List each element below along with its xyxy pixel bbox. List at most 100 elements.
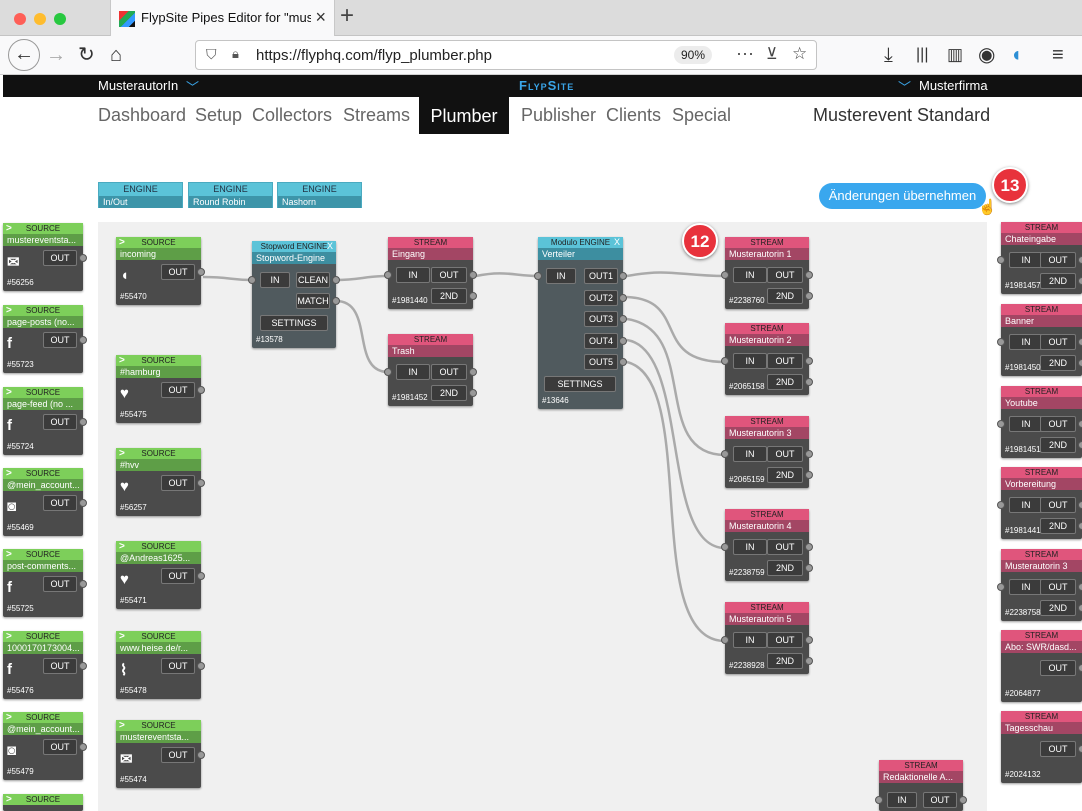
out-port[interactable] bbox=[79, 254, 87, 262]
close-icon[interactable]: X bbox=[614, 237, 620, 247]
in-port[interactable] bbox=[248, 276, 256, 284]
second-output-button[interactable]: 2ND bbox=[767, 467, 803, 483]
out-port[interactable] bbox=[197, 572, 205, 580]
stream-node[interactable]: STREAM Eingang IN OUT 2ND #1981440 bbox=[384, 237, 477, 309]
out-port[interactable] bbox=[79, 743, 87, 751]
stream-node[interactable]: STREAM Tagesschau OUT #2024132 bbox=[1001, 711, 1082, 783]
out-button[interactable]: OUT bbox=[767, 267, 803, 283]
in-button[interactable]: IN bbox=[1009, 334, 1043, 350]
out-button[interactable]: OUT bbox=[43, 250, 77, 266]
settings-button[interactable]: SETTINGS bbox=[544, 376, 616, 392]
match-output-button[interactable]: MATCH bbox=[296, 293, 330, 309]
out-button[interactable]: OUT bbox=[161, 475, 195, 491]
out-button[interactable]: OUT bbox=[43, 576, 77, 592]
out-port[interactable] bbox=[79, 418, 87, 426]
out-port[interactable] bbox=[1078, 338, 1082, 346]
stream-node[interactable]: STREAM Abo: SWR/dasd... OUT #2064877 bbox=[1001, 630, 1082, 702]
source-node[interactable]: > SOURCE 1000170173004... f OUT #55476 bbox=[3, 631, 87, 699]
out-port[interactable] bbox=[805, 543, 813, 551]
out3-button[interactable]: OUT3 bbox=[584, 311, 618, 327]
second-port[interactable] bbox=[805, 471, 813, 479]
in-button[interactable]: IN bbox=[396, 267, 430, 283]
stream-node[interactable]: STREAM Musterautorin 1 IN OUT 2ND #2238760 bbox=[721, 237, 813, 309]
in-port[interactable] bbox=[875, 796, 883, 804]
in-port[interactable] bbox=[721, 636, 729, 644]
stream-node[interactable]: STREAM Musterautorin 3 IN OUT 2ND #2238758 bbox=[997, 549, 1082, 621]
source-node[interactable]: > SOURCE #hamburg ♥ OUT #55475 bbox=[116, 355, 205, 423]
in-button[interactable]: IN bbox=[396, 364, 430, 380]
source-node[interactable]: > SOURCE @mein_account... ◙ OUT #55479 bbox=[3, 712, 87, 780]
out4-port[interactable] bbox=[619, 336, 627, 345]
stream-node[interactable]: STREAM Chateingabe IN OUT 2ND #1981457 bbox=[997, 222, 1082, 294]
out-port[interactable] bbox=[1078, 420, 1082, 428]
out4-button[interactable]: OUT4 bbox=[584, 332, 618, 349]
second-output-button[interactable]: 2ND bbox=[1040, 273, 1076, 289]
out2-button[interactable]: OUT2 bbox=[584, 289, 618, 306]
stream-node[interactable]: STREAM Musterautorin 2 IN OUT 2ND #2065158 bbox=[721, 323, 813, 395]
second-port[interactable] bbox=[1078, 359, 1082, 367]
second-port[interactable] bbox=[805, 378, 813, 386]
out-button[interactable]: OUT bbox=[767, 632, 803, 648]
second-port[interactable] bbox=[1078, 441, 1082, 449]
out5-button[interactable]: OUT5 bbox=[584, 354, 618, 370]
clean-port[interactable] bbox=[332, 276, 340, 284]
out-port[interactable] bbox=[469, 368, 477, 376]
source-node[interactable]: > SOURCE page-posts (no... f OUT #55723 bbox=[3, 305, 87, 373]
in-button[interactable]: IN bbox=[733, 267, 767, 283]
out-button[interactable]: OUT bbox=[43, 739, 77, 755]
out-button[interactable]: OUT bbox=[1040, 579, 1076, 595]
out-port[interactable] bbox=[1078, 583, 1082, 591]
out-button[interactable]: OUT bbox=[161, 658, 195, 674]
out-button[interactable]: OUT bbox=[43, 658, 77, 674]
out-port[interactable] bbox=[197, 662, 205, 670]
in-button[interactable]: IN bbox=[733, 539, 767, 555]
close-icon[interactable]: X bbox=[327, 241, 333, 251]
stream-node[interactable]: STREAM Trash IN OUT 2ND #1981452 bbox=[384, 334, 477, 406]
out-port[interactable] bbox=[805, 357, 813, 365]
in-port[interactable] bbox=[384, 368, 392, 376]
stream-node[interactable]: STREAM Musterautorin 5 IN OUT 2ND #2238928 bbox=[721, 602, 813, 674]
in-port[interactable] bbox=[997, 256, 1005, 264]
second-output-button[interactable]: 2ND bbox=[767, 288, 803, 304]
second-output-button[interactable]: 2ND bbox=[1040, 518, 1076, 534]
in-button[interactable]: IN bbox=[733, 353, 767, 369]
out-button[interactable]: OUT bbox=[767, 539, 803, 555]
second-port[interactable] bbox=[805, 292, 813, 300]
in-button[interactable]: IN bbox=[260, 272, 290, 288]
source-node[interactable]: > SOURCE #hvv ♥ OUT #56257 bbox=[116, 448, 205, 516]
second-output-button[interactable]: 2ND bbox=[1040, 600, 1076, 616]
out-port[interactable] bbox=[469, 271, 477, 279]
clean-output-button[interactable]: CLEAN bbox=[296, 272, 330, 288]
stream-node[interactable]: STREAM Youtube IN OUT 2ND #1981451 bbox=[997, 386, 1082, 458]
stream-node[interactable]: STREAM Vorbereitung IN OUT 2ND #1981441 bbox=[997, 467, 1082, 539]
in-button[interactable]: IN bbox=[1009, 252, 1043, 268]
out-port[interactable] bbox=[805, 636, 813, 644]
stream-node[interactable]: STREAM Banner IN OUT 2ND #1981450 bbox=[997, 304, 1082, 376]
out-button[interactable]: OUT bbox=[923, 792, 957, 808]
source-node[interactable]: > SOURCE page-feed (no ... f OUT #55724 bbox=[3, 387, 87, 455]
in-port[interactable] bbox=[997, 501, 1005, 509]
out-port[interactable] bbox=[79, 580, 87, 588]
out3-port[interactable] bbox=[619, 315, 627, 323]
stream-node[interactable]: STREAM Redaktionelle A... IN OUT bbox=[875, 760, 967, 811]
source-node[interactable]: > SOURCE incoming ◖ OUT #55470 bbox=[116, 237, 205, 305]
in-button[interactable]: IN bbox=[1009, 416, 1043, 432]
second-port[interactable] bbox=[1078, 277, 1082, 285]
out-port[interactable] bbox=[805, 450, 813, 458]
second-port[interactable] bbox=[1078, 604, 1082, 612]
second-output-button[interactable]: 2ND bbox=[431, 385, 467, 401]
second-output-button[interactable]: 2ND bbox=[767, 653, 803, 669]
source-node[interactable]: > SOURCE post-comments... f OUT #55725 bbox=[3, 549, 87, 617]
second-port[interactable] bbox=[1078, 522, 1082, 530]
out-port[interactable] bbox=[197, 479, 205, 487]
in-port[interactable] bbox=[997, 420, 1005, 428]
source-node[interactable]: > SOURCE mustereventsta... ✉ OUT #55474 bbox=[116, 720, 205, 788]
in-button[interactable]: IN bbox=[1009, 497, 1043, 513]
out-port[interactable] bbox=[1078, 501, 1082, 509]
stream-node[interactable]: STREAM Musterautorin 4 IN OUT 2ND #2238759 bbox=[721, 509, 813, 581]
out-button[interactable]: OUT bbox=[1040, 741, 1076, 757]
out-port[interactable] bbox=[805, 271, 813, 279]
out-button[interactable]: OUT bbox=[43, 332, 77, 348]
out-port[interactable] bbox=[79, 336, 87, 344]
in-port[interactable] bbox=[384, 271, 392, 279]
